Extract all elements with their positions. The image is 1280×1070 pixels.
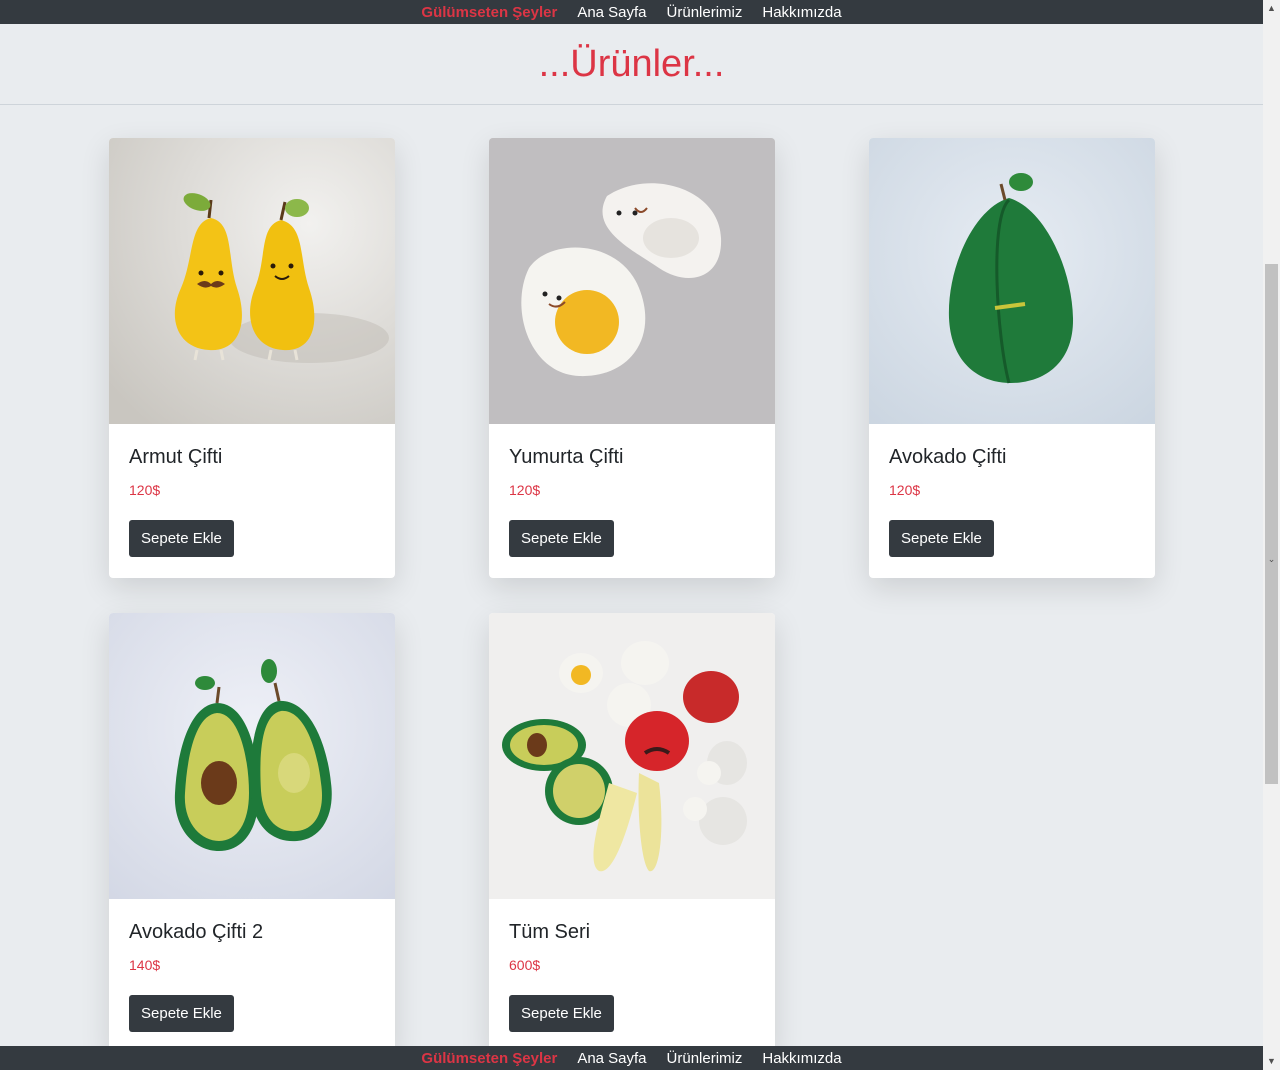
product-price: 120$ [889,482,921,498]
nav-link-urunlerimiz[interactable]: Ürünlerimiz [667,4,743,21]
top-navbar: Gülümseten Şeyler Ana Sayfa Ürünlerimiz … [0,0,1263,24]
product-price: 120$ [509,482,541,498]
product-title: Armut Çifti [129,446,223,468]
footer-brand-link[interactable]: Gülümseten Şeyler [421,1050,557,1067]
footer-link-ana-sayfa[interactable]: Ana Sayfa [577,1050,646,1067]
product-image-yumurta [489,138,775,424]
nav-link-ana-sayfa[interactable]: Ana Sayfa [577,4,646,21]
bottom-navbar: Gülümseten Şeyler Ana Sayfa Ürünlerimiz … [0,1046,1263,1070]
scrollbar-thumb[interactable] [1265,264,1278,784]
product-title: Avokado Çifti [889,446,1007,468]
product-card: Avokado Çifti 2 140$ Sepete Ekle [109,613,395,1053]
product-title: Tüm Seri [509,921,591,943]
page-title: ...Ürünler... [538,42,725,85]
chevron-down-icon[interactable]: ⌄ [1263,551,1280,568]
product-price: 600$ [509,957,541,973]
product-card: Avokado Çifti 120$ Sepete Ekle [869,138,1155,578]
product-card: Tüm Seri 600$ Sepete Ekle [489,613,775,1053]
scroll-down-icon[interactable]: ▼ [1263,1053,1280,1070]
product-title: Avokado Çifti 2 [129,921,264,943]
footer-link-hakkimizda[interactable]: Hakkımızda [762,1050,841,1067]
product-image-avokado [869,138,1155,424]
nav-link-hakkimizda[interactable]: Hakkımızda [762,4,841,21]
add-to-cart-button[interactable]: Sepete Ekle [129,995,234,1032]
product-image-armut [109,138,395,424]
brand-link[interactable]: Gülümseten Şeyler [421,4,557,21]
product-title: Yumurta Çifti [509,446,624,468]
footer-link-urunlerimiz[interactable]: Ürünlerimiz [667,1050,743,1067]
add-to-cart-button[interactable]: Sepete Ekle [889,520,994,557]
vertical-scrollbar[interactable]: ▲ ⌄ ▼ [1263,0,1280,1070]
product-price: 120$ [129,482,161,498]
product-image-tum-seri [489,613,775,899]
page-header: ...Ürünler... [0,24,1263,105]
product-card: Yumurta Çifti 120$ Sepete Ekle [489,138,775,578]
product-price: 140$ [129,957,161,973]
add-to-cart-button[interactable]: Sepete Ekle [509,520,614,557]
add-to-cart-button[interactable]: Sepete Ekle [509,995,614,1032]
product-image-avokado-2 [109,613,395,899]
scroll-up-icon[interactable]: ▲ [1263,0,1280,17]
add-to-cart-button[interactable]: Sepete Ekle [129,520,234,557]
product-card: Armut Çifti 120$ Sepete Ekle [109,138,395,578]
